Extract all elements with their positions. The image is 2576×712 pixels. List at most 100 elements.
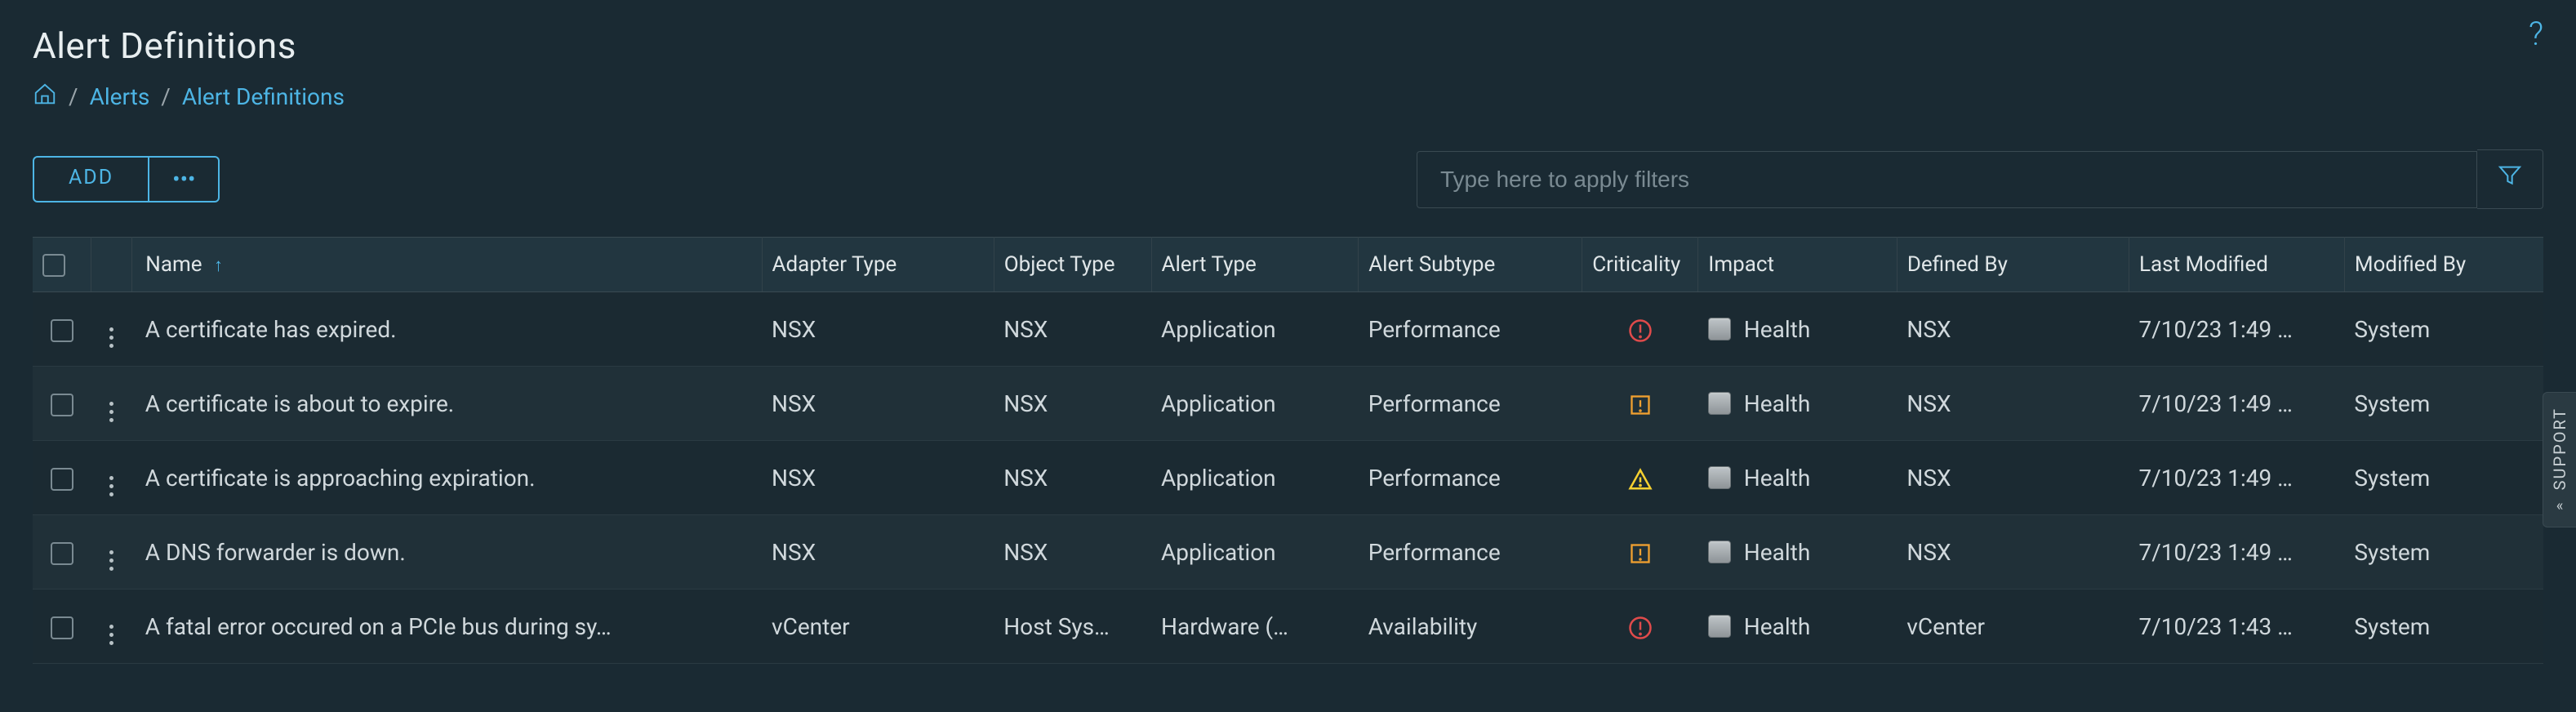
cell-last-modified: 7/10/23 1:49 … <box>2129 292 2345 367</box>
cell-name: A DNS forwarder is down. <box>132 515 762 590</box>
table-row[interactable]: A DNS forwarder is down. NSX NSX Applica… <box>33 515 2543 590</box>
row-menu-icon[interactable] <box>109 476 113 496</box>
cell-object-type: NSX <box>994 292 1151 367</box>
row-checkbox[interactable] <box>51 468 73 491</box>
cell-defined-by: NSX <box>1897 367 2129 441</box>
cell-adapter-type: NSX <box>762 292 994 367</box>
cell-modified-by: System <box>2344 441 2543 515</box>
cell-object-type: NSX <box>994 367 1151 441</box>
add-button[interactable]: ADD <box>34 158 149 201</box>
cell-impact: Health <box>1698 515 1898 590</box>
cell-defined-by: vCenter <box>1897 590 2129 664</box>
cell-criticality <box>1582 367 1698 441</box>
cell-last-modified: 7/10/23 1:49 … <box>2129 515 2345 590</box>
row-menu-icon[interactable] <box>109 402 113 422</box>
cell-alert-type: Application <box>1151 441 1359 515</box>
header-row-menu <box>91 238 132 292</box>
help-icon[interactable]: ? <box>2529 15 2543 53</box>
column-header-last-modified[interactable]: Last Modified <box>2129 238 2345 292</box>
cell-modified-by: System <box>2344 515 2543 590</box>
cell-criticality <box>1582 590 1698 664</box>
breadcrumb-sep: / <box>161 83 171 110</box>
chevron-left-icon: » <box>2556 498 2563 515</box>
cell-alert-subtype: Performance <box>1359 441 1582 515</box>
cell-alert-type: Application <box>1151 515 1359 590</box>
column-header-alert-type[interactable]: Alert Type <box>1151 238 1359 292</box>
page-title: Alert Definitions <box>33 24 2543 67</box>
cell-alert-type: Application <box>1151 292 1359 367</box>
row-menu-icon[interactable] <box>109 327 113 348</box>
cell-defined-by: NSX <box>1897 441 2129 515</box>
cell-modified-by: System <box>2344 590 2543 664</box>
table-row[interactable]: A certificate is approaching expiration.… <box>33 441 2543 515</box>
column-header-modified-by[interactable]: Modified By <box>2344 238 2543 292</box>
cell-modified-by: System <box>2344 292 2543 367</box>
column-header-adapter-type[interactable]: Adapter Type <box>762 238 994 292</box>
row-checkbox[interactable] <box>51 542 73 565</box>
cell-alert-subtype: Performance <box>1359 292 1582 367</box>
cell-criticality <box>1582 515 1698 590</box>
filter-bar <box>1417 149 2543 209</box>
row-checkbox[interactable] <box>51 319 73 342</box>
alert-definitions-table: Name ↑ Adapter Type Object Type Alert Ty… <box>33 237 2543 664</box>
row-menu-icon[interactable] <box>109 550 113 571</box>
select-all-checkbox[interactable] <box>42 254 65 277</box>
cell-adapter-type: NSX <box>762 515 994 590</box>
cell-impact: Health <box>1698 441 1898 515</box>
cell-impact: Health <box>1698 590 1898 664</box>
breadcrumb-sep: / <box>69 83 78 110</box>
cell-name: A certificate has expired. <box>132 292 762 367</box>
column-header-defined-by[interactable]: Defined By <box>1897 238 2129 292</box>
cell-object-type: NSX <box>994 441 1151 515</box>
table-row[interactable]: A fatal error occured on a PCIe bus duri… <box>33 590 2543 664</box>
cell-criticality <box>1582 292 1698 367</box>
column-header-criticality[interactable]: Criticality <box>1582 238 1698 292</box>
column-header-object-type[interactable]: Object Type <box>994 238 1151 292</box>
cell-impact: Health <box>1698 367 1898 441</box>
cell-last-modified: 7/10/23 1:43 … <box>2129 590 2345 664</box>
header-select-all[interactable] <box>33 238 91 292</box>
cell-name: A fatal error occured on a PCIe bus duri… <box>132 590 762 664</box>
cell-alert-subtype: Performance <box>1359 515 1582 590</box>
support-label: SUPPORT <box>2550 407 2569 490</box>
cell-name: A certificate is about to expire. <box>132 367 762 441</box>
column-label: Name <box>145 252 202 277</box>
cell-alert-type: Application <box>1151 367 1359 441</box>
impact-badge-icon <box>1708 466 1731 489</box>
table-header-row: Name ↑ Adapter Type Object Type Alert Ty… <box>33 238 2543 292</box>
breadcrumb: / Alerts / Alert Definitions <box>33 82 2543 112</box>
cell-adapter-type: vCenter <box>762 590 994 664</box>
cell-criticality <box>1582 441 1698 515</box>
home-icon[interactable] <box>33 82 57 112</box>
support-tab[interactable]: SUPPORT » <box>2543 392 2576 527</box>
impact-badge-icon <box>1708 318 1731 340</box>
cell-alert-type: Hardware (… <box>1151 590 1359 664</box>
sort-asc-icon: ↑ <box>214 256 223 276</box>
more-actions-button[interactable]: ••• <box>149 158 218 201</box>
breadcrumb-alerts[interactable]: Alerts <box>90 83 150 110</box>
row-menu-icon[interactable] <box>109 625 113 645</box>
column-header-name[interactable]: Name ↑ <box>132 238 762 292</box>
row-checkbox[interactable] <box>51 394 73 416</box>
column-header-impact[interactable]: Impact <box>1698 238 1898 292</box>
table-row[interactable]: A certificate is about to expire. NSX NS… <box>33 367 2543 441</box>
cell-modified-by: System <box>2344 367 2543 441</box>
filter-input[interactable] <box>1417 151 2477 208</box>
table-row[interactable]: A certificate has expired. NSX NSX Appli… <box>33 292 2543 367</box>
cell-alert-subtype: Performance <box>1359 367 1582 441</box>
cell-adapter-type: NSX <box>762 367 994 441</box>
cell-defined-by: NSX <box>1897 515 2129 590</box>
cell-impact: Health <box>1698 292 1898 367</box>
breadcrumb-current[interactable]: Alert Definitions <box>182 83 345 110</box>
action-button-group: ADD ••• <box>33 156 220 202</box>
cell-last-modified: 7/10/23 1:49 … <box>2129 367 2345 441</box>
column-header-alert-subtype[interactable]: Alert Subtype <box>1359 238 1582 292</box>
cell-last-modified: 7/10/23 1:49 … <box>2129 441 2345 515</box>
cell-object-type: Host Sys… <box>994 590 1151 664</box>
toolbar: ADD ••• <box>33 149 2543 209</box>
row-checkbox[interactable] <box>51 616 73 639</box>
impact-badge-icon <box>1708 541 1731 563</box>
cell-object-type: NSX <box>994 515 1151 590</box>
impact-badge-icon <box>1708 615 1731 638</box>
filter-icon[interactable] <box>2477 149 2543 209</box>
